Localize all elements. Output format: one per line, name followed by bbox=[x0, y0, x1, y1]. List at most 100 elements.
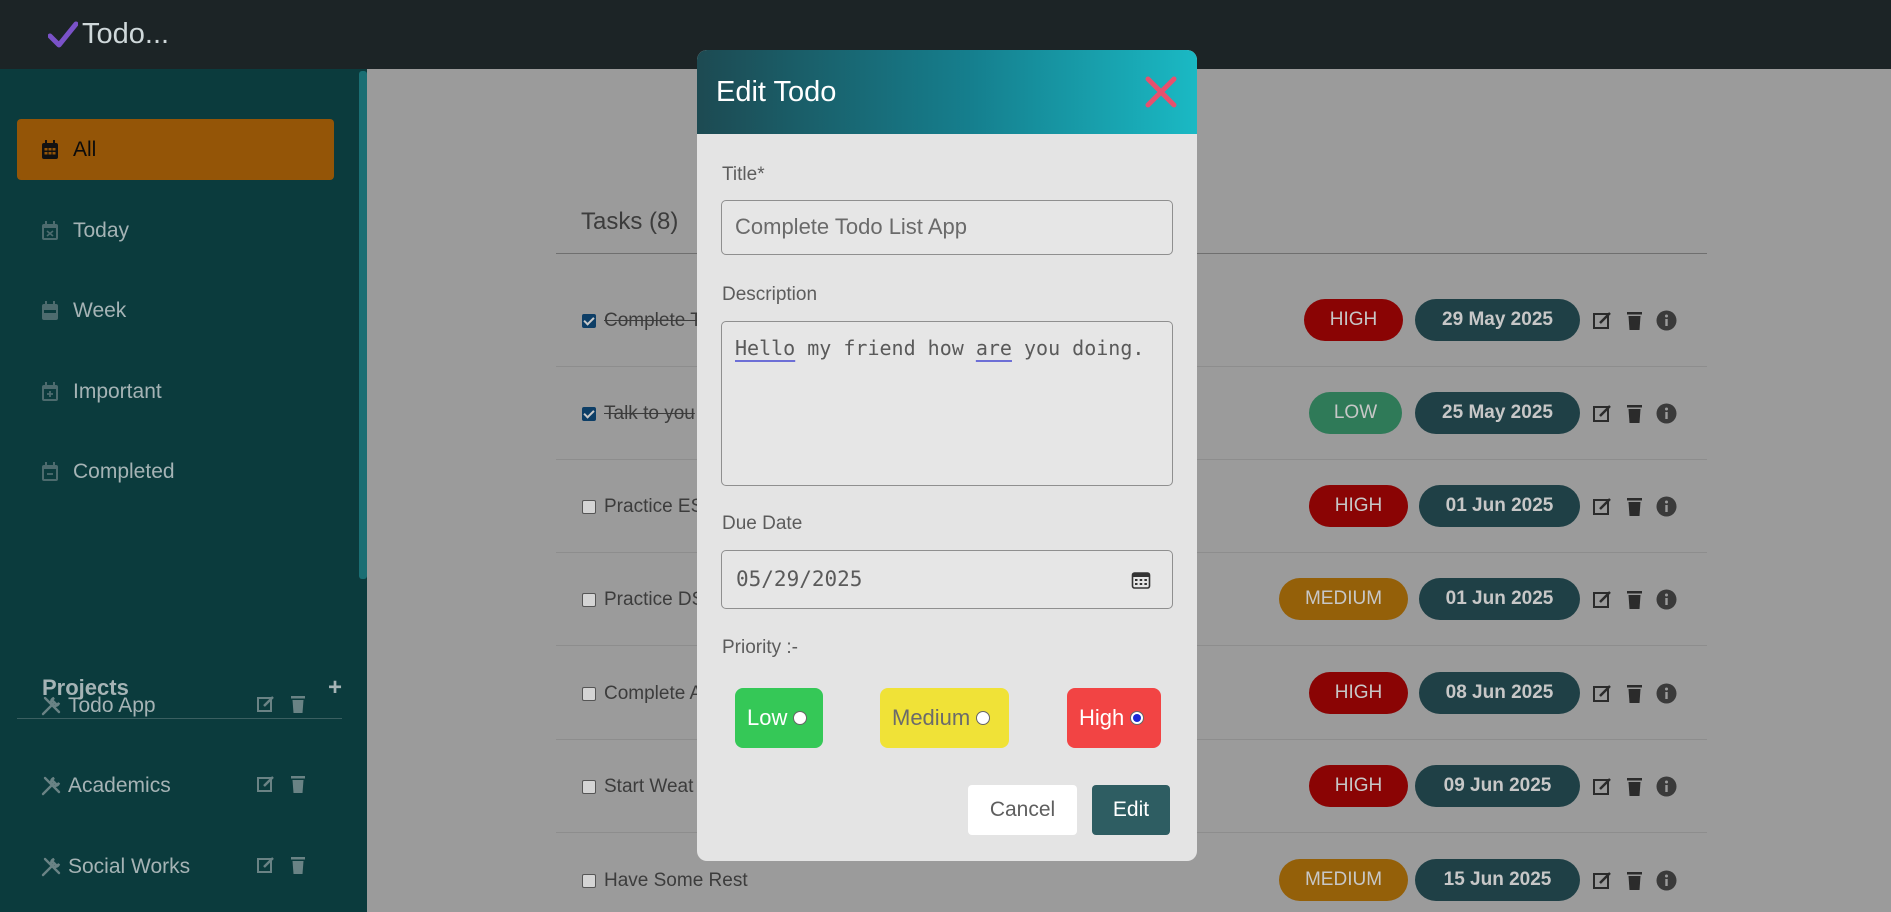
title-input[interactable]: Complete Todo List App bbox=[721, 200, 1173, 255]
trash-icon[interactable] bbox=[288, 774, 308, 794]
priority-badge: LOW bbox=[1309, 392, 1402, 434]
cancel-button[interactable]: Cancel bbox=[968, 785, 1077, 835]
edit-icon[interactable] bbox=[256, 774, 276, 794]
priority-badge: HIGH bbox=[1304, 299, 1403, 341]
task-title[interactable]: Complete T bbox=[604, 310, 702, 332]
edit-button[interactable]: Edit bbox=[1092, 785, 1170, 835]
sidebar-item-week[interactable]: Week bbox=[17, 280, 334, 341]
tools-icon bbox=[41, 776, 61, 796]
task-checkbox[interactable] bbox=[582, 687, 596, 701]
info-icon[interactable] bbox=[1656, 310, 1677, 331]
trash-icon[interactable] bbox=[288, 694, 308, 714]
app-title: Todo... bbox=[82, 18, 170, 50]
date-badge: 25 May 2025 bbox=[1415, 392, 1580, 434]
priority-badge: HIGH bbox=[1309, 485, 1408, 527]
priority-high-label: High bbox=[1079, 705, 1125, 730]
edit-todo-modal: Edit Todo Title* Complete Todo List App … bbox=[697, 50, 1197, 861]
info-icon[interactable] bbox=[1656, 589, 1677, 610]
edit-icon[interactable] bbox=[1592, 496, 1613, 517]
project-label: Academics bbox=[68, 774, 171, 797]
edit-icon[interactable] bbox=[1592, 683, 1613, 704]
date-badge: 09 Jun 2025 bbox=[1415, 765, 1580, 807]
calendar-minus-icon bbox=[42, 461, 58, 481]
project-item-social-works[interactable]: Social Works bbox=[40, 847, 330, 887]
task-checkbox[interactable] bbox=[582, 500, 596, 514]
trash-icon[interactable] bbox=[1624, 776, 1645, 797]
task-title[interactable]: Practice ES bbox=[604, 496, 703, 518]
edit-icon[interactable] bbox=[1592, 310, 1613, 331]
sidebar-item-today[interactable]: Today bbox=[17, 200, 334, 261]
task-title[interactable]: Practice DS bbox=[604, 589, 704, 611]
description-text: you doing. bbox=[1011, 336, 1145, 360]
project-item-todo-app[interactable]: Todo App bbox=[40, 686, 330, 726]
edit-icon[interactable] bbox=[1592, 870, 1613, 891]
title-label: Title* bbox=[722, 164, 765, 185]
project-label: Todo App bbox=[68, 694, 156, 717]
project-actions bbox=[256, 694, 308, 714]
task-title[interactable]: Talk to you bbox=[604, 403, 695, 425]
info-icon[interactable] bbox=[1656, 683, 1677, 704]
trash-icon[interactable] bbox=[1624, 589, 1645, 610]
trash-icon[interactable] bbox=[1624, 403, 1645, 424]
priority-high-option[interactable]: High bbox=[1067, 688, 1161, 748]
description-textarea[interactable]: Hello my friend how are you doing. bbox=[721, 321, 1173, 486]
calendar-picker-icon[interactable] bbox=[1131, 570, 1151, 590]
sidebar-scrollbar[interactable] bbox=[359, 71, 367, 579]
task-checkbox[interactable] bbox=[582, 593, 596, 607]
trash-icon[interactable] bbox=[1624, 870, 1645, 891]
calendar-week-icon bbox=[42, 300, 58, 320]
date-badge: 08 Jun 2025 bbox=[1419, 672, 1580, 714]
priority-medium-option[interactable]: Medium bbox=[880, 688, 1009, 748]
task-actions bbox=[1592, 870, 1677, 891]
edit-icon[interactable] bbox=[256, 694, 276, 714]
close-icon[interactable] bbox=[1143, 74, 1179, 110]
calendar-icon bbox=[42, 139, 58, 159]
date-badge: 01 Jun 2025 bbox=[1419, 578, 1580, 620]
task-actions bbox=[1592, 310, 1677, 331]
priority-low-radio[interactable] bbox=[793, 711, 808, 725]
task-checkbox[interactable] bbox=[582, 407, 596, 421]
trash-icon[interactable] bbox=[1624, 310, 1645, 331]
description-label: Description bbox=[722, 284, 818, 305]
info-icon[interactable] bbox=[1656, 870, 1677, 891]
due-date-input[interactable]: 05/29/2025 bbox=[721, 550, 1173, 609]
edit-icon[interactable] bbox=[1592, 589, 1613, 610]
sidebar-item-completed[interactable]: Completed bbox=[17, 441, 334, 502]
add-project-button[interactable]: + bbox=[328, 674, 342, 702]
sidebar-item-all[interactable]: All bbox=[17, 119, 334, 180]
priority-high-radio[interactable] bbox=[1130, 711, 1145, 725]
task-checkbox[interactable] bbox=[582, 874, 596, 888]
priority-low-option[interactable]: Low bbox=[735, 688, 823, 748]
modal-header: Edit Todo bbox=[697, 50, 1197, 134]
edit-icon[interactable] bbox=[1592, 776, 1613, 797]
project-actions bbox=[256, 774, 308, 794]
task-title[interactable]: Start Weat bbox=[604, 776, 693, 798]
sidebar-item-label: Today bbox=[73, 218, 130, 242]
task-checkbox[interactable] bbox=[582, 314, 596, 328]
trash-icon[interactable] bbox=[1624, 496, 1645, 517]
sidebar-item-label: Week bbox=[73, 298, 127, 322]
task-title[interactable]: Have Some Rest bbox=[604, 870, 748, 892]
trash-icon[interactable] bbox=[1624, 683, 1645, 704]
task-actions bbox=[1592, 776, 1677, 797]
project-item-academics[interactable]: Academics bbox=[40, 766, 330, 806]
task-title[interactable]: Complete A bbox=[604, 683, 702, 705]
info-icon[interactable] bbox=[1656, 403, 1677, 424]
priority-badge: MEDIUM bbox=[1279, 859, 1408, 901]
task-actions bbox=[1592, 496, 1677, 517]
info-icon[interactable] bbox=[1656, 496, 1677, 517]
priority-medium-label: Medium bbox=[892, 705, 971, 730]
sidebar-item-label: All bbox=[73, 137, 97, 161]
description-text: my friend how bbox=[795, 336, 976, 360]
task-checkbox[interactable] bbox=[582, 780, 596, 794]
date-badge: 01 Jun 2025 bbox=[1419, 485, 1580, 527]
edit-icon[interactable] bbox=[256, 855, 276, 875]
modal-title: Edit Todo bbox=[716, 75, 837, 108]
edit-icon[interactable] bbox=[1592, 403, 1613, 424]
calendar-x-icon bbox=[42, 220, 58, 240]
sidebar-item-important[interactable]: Important bbox=[17, 361, 334, 422]
trash-icon[interactable] bbox=[288, 855, 308, 875]
date-badge: 29 May 2025 bbox=[1415, 299, 1580, 341]
info-icon[interactable] bbox=[1656, 776, 1677, 797]
priority-medium-radio[interactable] bbox=[976, 711, 991, 725]
